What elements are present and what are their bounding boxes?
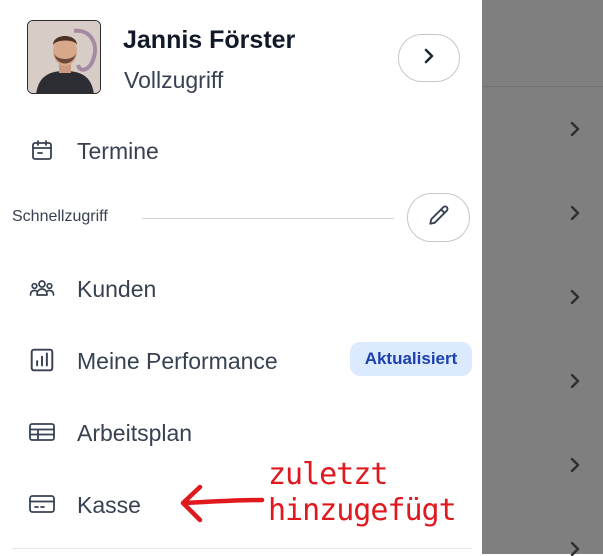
user-role: Vollzugriff — [124, 67, 224, 93]
nav-item-arbeitsplan[interactable]: Arbeitsplan — [0, 408, 482, 456]
nav-item-label: Kasse — [77, 492, 141, 518]
bar-chart-icon — [28, 346, 56, 374]
edit-quick-access-button[interactable] — [407, 193, 470, 242]
users-group-icon — [28, 274, 56, 302]
chevron-right-icon — [568, 122, 582, 136]
nav-item-label: Termine — [77, 138, 159, 164]
chevron-right-icon — [568, 374, 582, 388]
table-schedule-icon — [28, 418, 56, 446]
chevron-right-icon — [568, 458, 582, 472]
background-header-divider — [482, 86, 603, 87]
nav-item-label: Kunden — [77, 276, 157, 302]
section-title-quick-access: Schnellzugriff — [12, 208, 108, 225]
user-name: Jannis Förster — [123, 26, 296, 54]
open-profile-button[interactable] — [398, 34, 460, 82]
nav-item-termine[interactable]: Termine — [0, 126, 482, 174]
nav-item-label: Meine Performance — [77, 348, 278, 374]
nav-item-kunden[interactable]: Kunden — [0, 264, 482, 312]
chevron-right-icon — [568, 290, 582, 304]
background-overlay[interactable] — [482, 0, 603, 556]
avatar[interactable] — [27, 20, 101, 94]
credit-card-icon — [28, 490, 56, 518]
pencil-icon — [426, 202, 452, 233]
annotation-text-line1: zuletzt — [268, 457, 388, 492]
status-badge: Aktualisiert — [350, 342, 472, 376]
bottom-divider — [12, 548, 472, 549]
annotation-text-line2: hinzugefügt — [268, 493, 457, 528]
chevron-right-icon — [422, 48, 436, 69]
chevron-right-icon — [568, 206, 582, 220]
navigation-drawer: Jannis Förster Vollzugriff Termine Schne… — [0, 0, 482, 554]
annotation-arrow-icon — [176, 478, 266, 533]
section-divider — [142, 218, 394, 219]
nav-item-label: Arbeitsplan — [77, 420, 193, 446]
calendar-icon — [28, 136, 56, 164]
